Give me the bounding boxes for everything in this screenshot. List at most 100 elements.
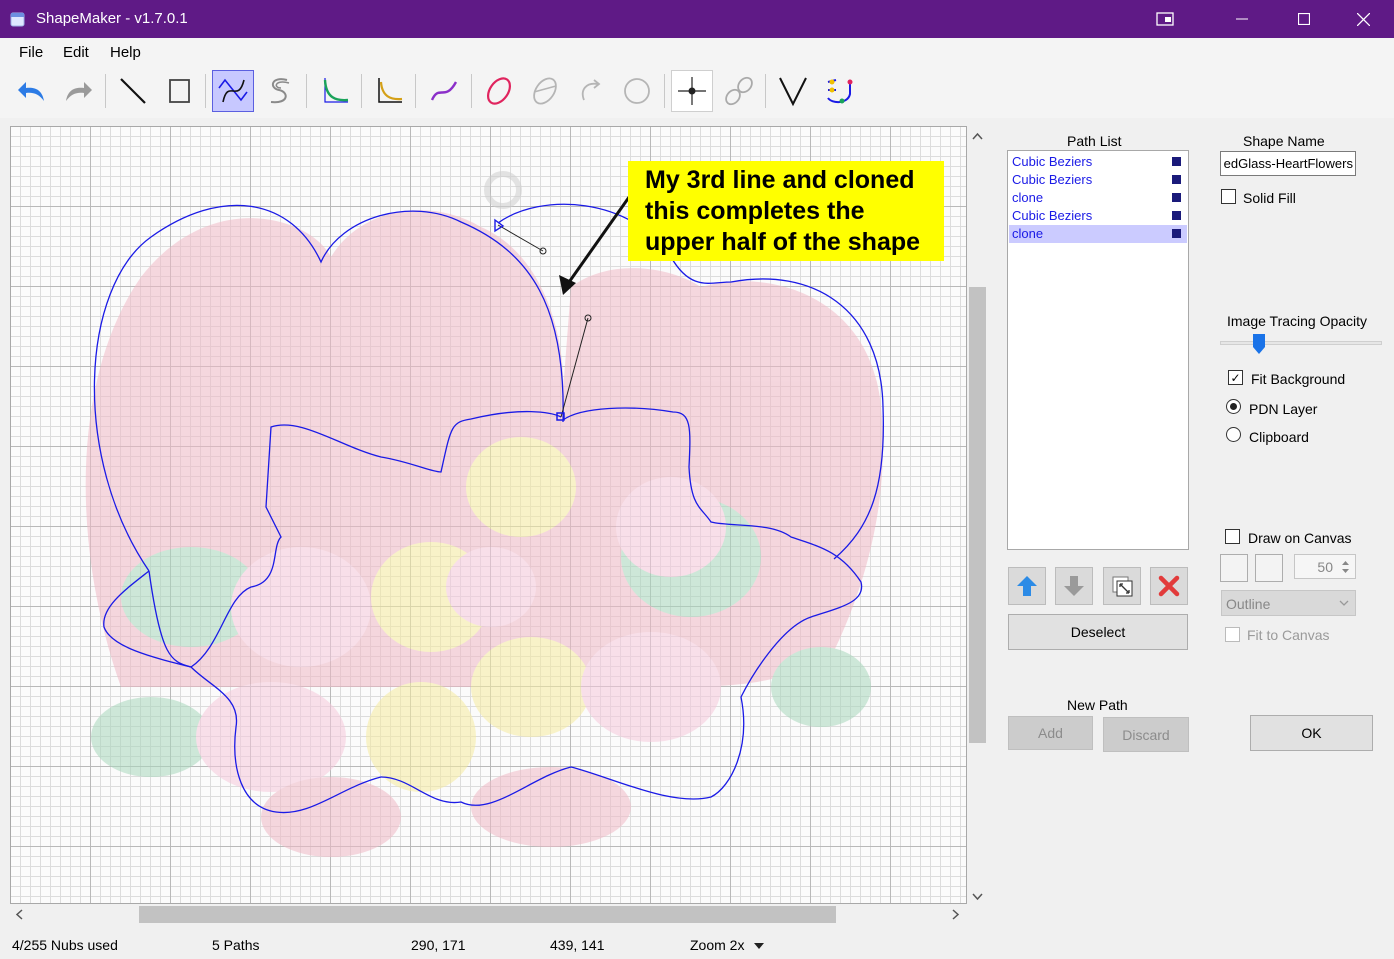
cubic-bezier-tool-button[interactable] [212, 70, 254, 112]
minimize-icon [1236, 18, 1248, 20]
quadratic-bezier-icon [323, 78, 349, 103]
fill-color-swatch[interactable] [1255, 554, 1283, 582]
path-list-item[interactable]: Cubic Beziers [1009, 171, 1187, 189]
smooth-cubic-button[interactable] [423, 70, 465, 112]
link-path-button[interactable] [718, 70, 760, 112]
stroke-color-swatch[interactable] [1220, 554, 1248, 582]
shape-name-value: edGlass-HeartFlowers [1223, 156, 1353, 171]
toolbar-separator [205, 74, 206, 108]
menu-edit[interactable]: Edit [63, 44, 89, 61]
path-list-label: Path List [1067, 133, 1122, 149]
annotation-line: My 3rd line and cloned [645, 166, 915, 194]
fit-background-checkbox[interactable]: ✓ [1228, 370, 1243, 385]
fit-background-label: Fit Background [1251, 371, 1346, 387]
undo-button[interactable] [11, 70, 53, 112]
close-icon [1356, 12, 1370, 26]
add-path-button[interactable]: Add [1008, 716, 1093, 750]
stroke-width-spinner[interactable]: 50 [1294, 554, 1356, 579]
clipboard-radio[interactable] [1226, 427, 1241, 442]
pdn-layer-radio[interactable] [1226, 399, 1241, 414]
ok-button[interactable]: OK [1250, 715, 1373, 751]
draw-on-canvas-checkbox[interactable] [1225, 529, 1240, 544]
arc-arrow-button[interactable] [570, 70, 612, 112]
annotation-callout: My 3rd line and cloned this completes th… [628, 161, 944, 261]
path-list-item-selected[interactable]: clone [1009, 225, 1187, 243]
fit-to-canvas-checkbox[interactable] [1225, 627, 1240, 642]
scroll-down-icon[interactable] [972, 890, 983, 904]
zoom-dropdown[interactable]: Zoom 2x [690, 937, 765, 953]
vertical-scroll-thumb[interactable] [969, 287, 986, 743]
minimize-button[interactable] [1219, 0, 1265, 38]
v-icon [779, 77, 807, 107]
pin-window-button[interactable] [1142, 0, 1188, 38]
title-bar: ShapeMaker - v1.7.0.1 [0, 0, 1394, 38]
line-tool-icon [120, 78, 146, 104]
app-icon [10, 12, 25, 27]
shape-name-input[interactable]: edGlass-HeartFlowers [1220, 151, 1356, 176]
draw-mode-select[interactable]: Outline [1221, 590, 1356, 616]
solid-fill-label: Solid Fill [1243, 190, 1296, 206]
rectangle-tool-button[interactable] [158, 70, 200, 112]
close-button[interactable] [1340, 0, 1386, 38]
spline-tool-icon [270, 78, 290, 104]
line-tool-button[interactable] [112, 70, 154, 112]
opacity-slider-track[interactable] [1220, 341, 1382, 345]
link-path-icon [725, 76, 753, 106]
toolbar-separator [664, 74, 665, 108]
path-list-item[interactable]: clone [1009, 189, 1187, 207]
path-color-swatch [1172, 229, 1181, 238]
maximize-button[interactable] [1281, 0, 1327, 38]
toolbar-separator [361, 74, 362, 108]
delete-path-button[interactable] [1150, 567, 1188, 605]
discard-path-button[interactable]: Discard [1103, 717, 1189, 752]
draw-on-canvas-label: Draw on Canvas [1248, 530, 1352, 546]
zoom-chevron-icon [754, 943, 765, 949]
cubic-bezier-tool-icon [218, 78, 248, 103]
scroll-left-icon[interactable] [15, 909, 23, 923]
smooth-quadratic-icon [378, 78, 403, 103]
check-icon: ✓ [1230, 370, 1241, 385]
v-button[interactable] [772, 70, 814, 112]
path-color-swatch [1172, 157, 1181, 166]
horizontal-scroll-thumb[interactable] [139, 906, 836, 923]
move-down-button[interactable] [1055, 567, 1093, 605]
status-bar: 4/255 Nubs used 5 Paths 290, 171 439, 14… [0, 930, 1394, 959]
path-count-status: 5 Paths [212, 937, 260, 953]
path-color-swatch [1172, 211, 1181, 220]
arrow-down-icon [1064, 576, 1084, 596]
tracing-opacity-label: Image Tracing Opacity [1227, 313, 1368, 329]
fit-to-canvas-label: Fit to Canvas [1247, 627, 1330, 643]
spline-tool-button[interactable] [259, 70, 301, 112]
snap-point-button[interactable] [671, 70, 713, 112]
quadratic-bezier-button[interactable] [314, 70, 356, 112]
move-up-button[interactable] [1008, 567, 1046, 605]
pdn-layer-label: PDN Layer [1249, 401, 1318, 417]
ellipse-tool-button[interactable] [478, 70, 520, 112]
solid-fill-checkbox[interactable] [1221, 189, 1236, 204]
cursor-position-status: 290, 171 [411, 937, 466, 953]
scroll-right-icon[interactable] [952, 909, 960, 923]
ellipse-arc-button[interactable] [524, 70, 566, 112]
smooth-quadratic-button[interactable] [368, 70, 410, 112]
menu-help[interactable]: Help [110, 44, 141, 61]
gradient-path-button[interactable] [818, 70, 860, 112]
toolbar-separator [306, 74, 307, 108]
toolbar-separator [765, 74, 766, 108]
pin-icon [1156, 12, 1174, 26]
path-color-swatch [1172, 175, 1181, 184]
gradient-path-icon [827, 79, 853, 104]
path-list-item[interactable]: Cubic Beziers [1009, 153, 1187, 171]
canvas-position-status: 439, 141 [550, 937, 605, 953]
redo-button[interactable] [57, 70, 99, 112]
window-title: ShapeMaker - v1.7.0.1 [36, 10, 188, 27]
duplicate-path-button[interactable] [1103, 567, 1141, 605]
clipboard-label: Clipboard [1249, 429, 1309, 445]
path-list[interactable]: Cubic Beziers Cubic Beziers clone Cubic … [1007, 150, 1189, 550]
scroll-up-icon[interactable] [972, 129, 983, 143]
opacity-slider-thumb[interactable] [1252, 333, 1266, 355]
path-color-swatch [1172, 193, 1181, 202]
deselect-button[interactable]: Deselect [1008, 614, 1188, 650]
path-list-item[interactable]: Cubic Beziers [1009, 207, 1187, 225]
circle-button[interactable] [616, 70, 658, 112]
menu-file[interactable]: File [19, 44, 43, 61]
